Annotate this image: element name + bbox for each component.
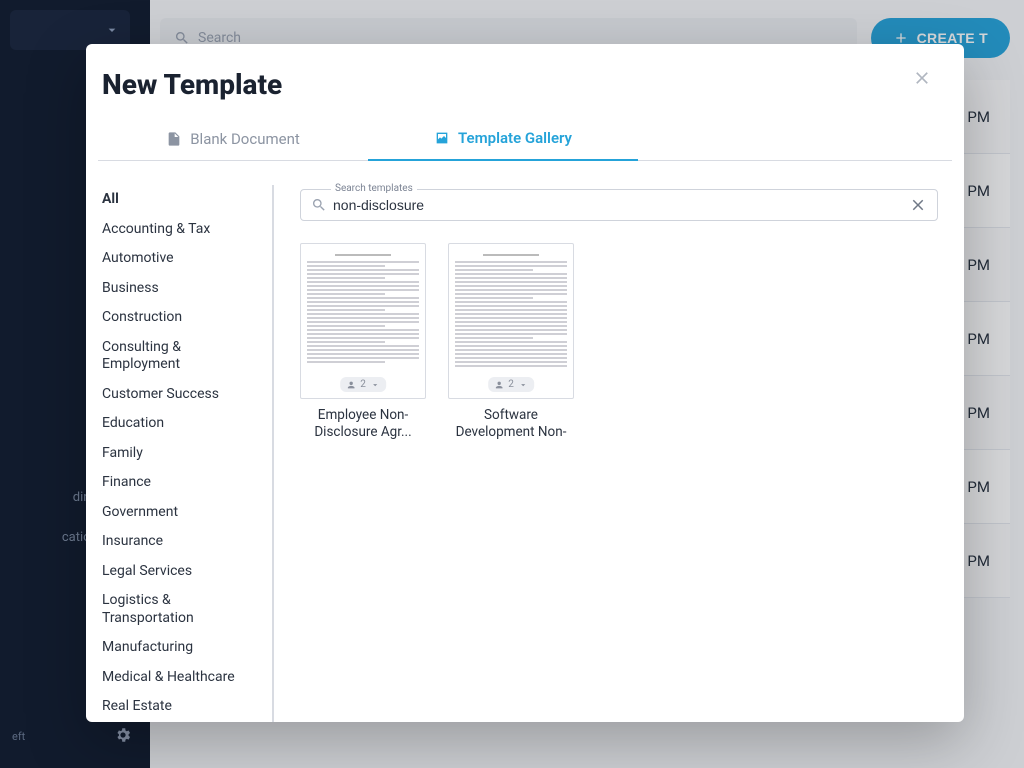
category-item[interactable]: Automotive xyxy=(92,244,266,274)
category-item[interactable]: Manufacturing xyxy=(92,633,266,663)
template-gallery: Search templates 2 xyxy=(274,185,948,722)
document-icon xyxy=(166,131,182,147)
modal-title: New Template xyxy=(102,68,282,101)
template-users-badge: 2 xyxy=(340,377,386,392)
template-card[interactable]: 2 Employee Non-Disclosure Agr... xyxy=(300,243,426,441)
category-item[interactable]: Consulting & Employment xyxy=(92,333,266,380)
tab-template-gallery[interactable]: Template Gallery xyxy=(368,119,638,161)
new-template-modal: New Template Blank Document Template Gal… xyxy=(86,44,964,722)
template-search-input[interactable] xyxy=(333,197,909,213)
category-item[interactable]: Insurance xyxy=(92,527,266,557)
category-item[interactable]: Real Estate xyxy=(92,692,266,722)
category-item[interactable]: Finance xyxy=(92,468,266,498)
category-item[interactable]: Medical & Healthcare xyxy=(92,663,266,693)
category-item[interactable]: Accounting & Tax xyxy=(92,215,266,245)
category-item[interactable]: All xyxy=(92,185,266,215)
clear-search-button[interactable] xyxy=(909,196,927,214)
category-item[interactable]: Family xyxy=(92,439,266,469)
template-users-badge: 2 xyxy=(488,377,534,392)
close-icon xyxy=(912,68,932,88)
category-list[interactable]: All Accounting & Tax Automotive Business… xyxy=(92,185,274,722)
search-icon xyxy=(311,197,327,213)
tab-blank-document[interactable]: Blank Document xyxy=(98,119,368,160)
gallery-icon xyxy=(434,130,450,146)
chevron-down-icon xyxy=(518,380,528,390)
category-item[interactable]: Logistics & Transportation xyxy=(92,586,266,633)
tab-label: Blank Document xyxy=(190,130,300,148)
template-search[interactable]: Search templates xyxy=(300,189,938,221)
template-title: Employee Non-Disclosure Agr... xyxy=(300,407,426,441)
user-icon xyxy=(346,380,356,390)
template-thumbnail[interactable]: 2 xyxy=(448,243,574,399)
template-title: Software Development Non-Di... xyxy=(448,407,574,441)
close-icon xyxy=(909,196,927,214)
category-item[interactable]: Legal Services xyxy=(92,557,266,587)
category-item[interactable]: Business xyxy=(92,274,266,304)
template-results: 2 Employee Non-Disclosure Agr... 2 xyxy=(300,243,948,441)
modal-tabs: Blank Document Template Gallery xyxy=(98,119,952,161)
chevron-down-icon xyxy=(370,380,380,390)
template-thumbnail[interactable]: 2 xyxy=(300,243,426,399)
user-icon xyxy=(494,380,504,390)
category-item[interactable]: Education xyxy=(92,409,266,439)
category-item[interactable]: Government xyxy=(92,498,266,528)
template-card[interactable]: 2 Software Development Non-Di... xyxy=(448,243,574,441)
close-button[interactable] xyxy=(912,68,932,88)
category-item[interactable]: Retail xyxy=(92,722,266,723)
category-item[interactable]: Customer Success xyxy=(92,380,266,410)
category-item[interactable]: Construction xyxy=(92,303,266,333)
search-label: Search templates xyxy=(331,183,417,194)
tab-label: Template Gallery xyxy=(458,129,572,147)
